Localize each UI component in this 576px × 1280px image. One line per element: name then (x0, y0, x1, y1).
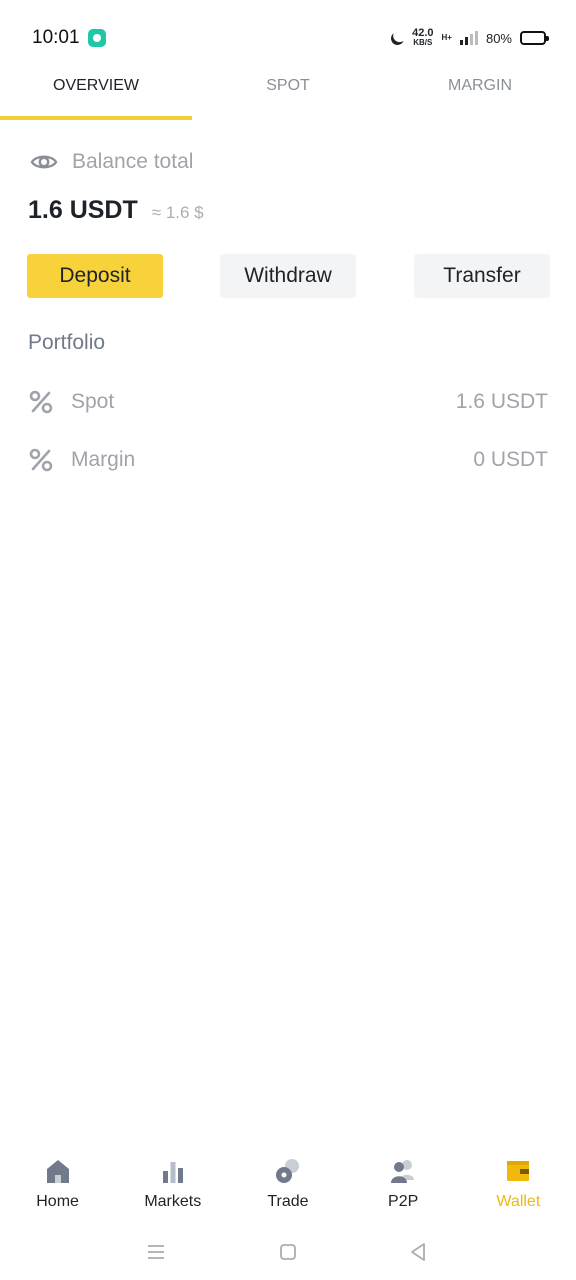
markets-icon (162, 1162, 183, 1183)
status-indicators: 42.0 KB/S H+ 80% (389, 26, 549, 50)
network-type: H+ (441, 33, 452, 42)
balance-label: Balance total (72, 150, 194, 173)
tab-margin[interactable]: MARGIN (384, 70, 576, 122)
battery-percent: 80% (485, 30, 512, 46)
wallet-tabs: OVERVIEW SPOT MARGIN (0, 70, 576, 122)
withdraw-button[interactable]: Withdraw (220, 254, 356, 298)
portfolio-row-spot[interactable]: Spot 1.6 USDT (28, 386, 548, 418)
network-speed-value: 42.0 (412, 27, 434, 39)
percent-icon (29, 390, 53, 414)
status-time: 10:01 (32, 27, 80, 48)
chat-notification-icon (88, 29, 106, 47)
bottom-navigation: Home Markets Trade P2P Wallet (0, 1150, 576, 1222)
nav-home[interactable]: Home (0, 1150, 115, 1222)
balance-total-value: 1.6 USDT (28, 196, 138, 224)
do-not-disturb-icon (389, 30, 406, 47)
transfer-button[interactable]: Transfer (414, 254, 550, 298)
portfolio-spot-value: 1.6 USDT (455, 390, 548, 413)
network-speed-unit: KB/S (413, 38, 433, 47)
percent-icon (29, 448, 53, 472)
nav-wallet[interactable]: Wallet (461, 1150, 576, 1222)
balance-header: Balance total (30, 148, 193, 176)
battery-icon (520, 31, 549, 45)
p2p-icon (391, 1160, 415, 1183)
back-icon[interactable] (406, 1240, 430, 1264)
trade-icon (275, 1159, 299, 1183)
home-button-icon[interactable] (276, 1240, 300, 1264)
nav-trade[interactable]: Trade (230, 1150, 345, 1222)
portfolio-margin-value: 0 USDT (473, 448, 548, 471)
portfolio-margin-name: Margin (71, 448, 136, 471)
balance-amount: 1.6 USDT ≈ 1.6 $ (28, 196, 204, 225)
deposit-button[interactable]: Deposit (27, 254, 163, 298)
nav-p2p[interactable]: P2P (346, 1150, 461, 1222)
nav-markets[interactable]: Markets (115, 1150, 230, 1222)
eye-icon[interactable] (30, 148, 58, 176)
menu-icon[interactable] (144, 1240, 168, 1264)
nav-trade-label: Trade (267, 1193, 309, 1210)
portfolio-spot-name: Spot (71, 390, 115, 413)
portfolio-title: Portfolio (28, 331, 106, 354)
wallet-icon (507, 1161, 530, 1181)
signal-icon (459, 31, 478, 45)
wallet-overview-screen: 10:01 42.0 KB/S H+ 80% OVERVIEW SPOT MAR… (0, 0, 576, 1280)
tab-spot[interactable]: SPOT (192, 70, 384, 122)
balance-approx-value: ≈ 1.6 $ (151, 203, 204, 222)
network-speed: 42.0 KB/S (412, 27, 434, 48)
nav-wallet-label: Wallet (496, 1193, 541, 1210)
nav-p2p-label: P2P (388, 1193, 419, 1210)
system-navigation-bar (0, 1232, 576, 1272)
portfolio-row-margin[interactable]: Margin 0 USDT (28, 444, 548, 476)
home-icon (46, 1160, 69, 1183)
status-bar: 10:01 42.0 KB/S H+ 80% (0, 0, 576, 74)
tab-overview[interactable]: OVERVIEW (0, 70, 192, 122)
nav-home-label: Home (36, 1193, 79, 1210)
nav-markets-label: Markets (144, 1193, 202, 1210)
